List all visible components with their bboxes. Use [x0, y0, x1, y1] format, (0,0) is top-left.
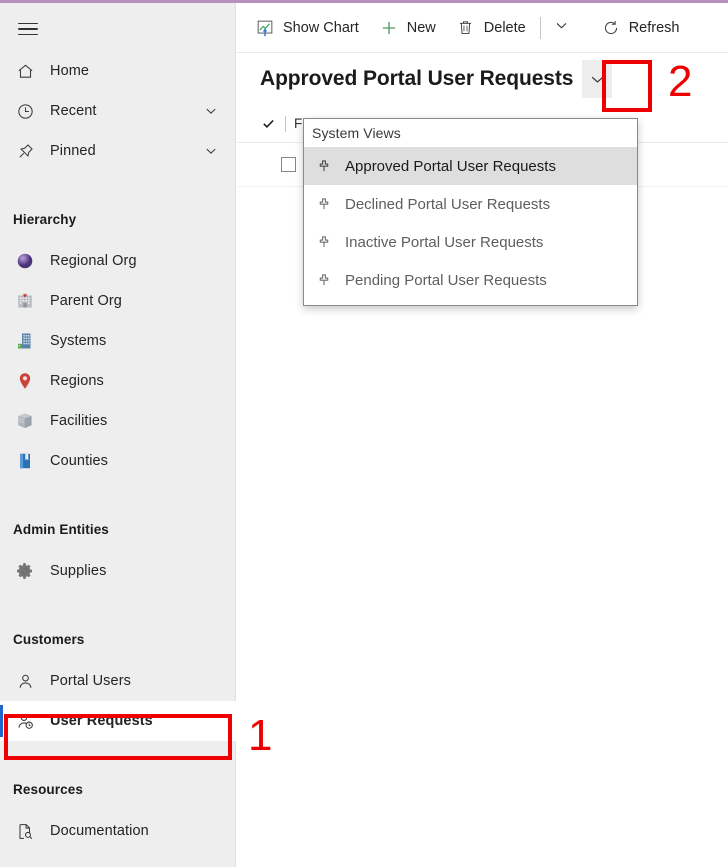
sidebar-item-home[interactable]: Home [0, 51, 236, 91]
dropdown-item-approved-portal-user-requests[interactable]: Approved Portal User Requests [304, 147, 637, 185]
document-search-icon [13, 820, 37, 842]
chevron-down-icon[interactable] [204, 144, 218, 158]
home-icon [13, 60, 37, 82]
sidebar-item-systems[interactable]: Systems [0, 321, 236, 361]
view-selector-dropdown: System Views Approved Portal User Reques… [303, 118, 638, 306]
sidebar-item-label: Portal Users [50, 673, 131, 689]
grid-column-header[interactable]: F [294, 116, 302, 131]
dropdown-item-label: Inactive Portal User Requests [345, 233, 544, 251]
plus-icon [379, 18, 399, 38]
sidebar-item-label: Documentation [50, 823, 149, 839]
dropdown-item-label: Declined Portal User Requests [345, 195, 551, 213]
dropdown-item-label: Pending Portal User Requests [345, 271, 547, 289]
command-label: New [406, 19, 436, 36]
pin-icon [314, 232, 334, 252]
dropdown-item-label: Approved Portal User Requests [345, 157, 556, 175]
sidebar-item-recent[interactable]: Recent [0, 91, 236, 131]
sidebar-item-label: Recent [50, 103, 97, 119]
select-all-checkbox[interactable] [255, 116, 281, 131]
person-clock-icon [13, 710, 37, 732]
sidebar-item-label: Regional Org [50, 253, 137, 269]
office-building-icon [13, 330, 37, 352]
map-pin-icon [13, 370, 37, 392]
trash-icon [456, 18, 476, 38]
facility-cube-icon [13, 410, 37, 432]
new-button[interactable]: New [369, 8, 446, 48]
header-separator [285, 115, 286, 132]
command-overflow-button[interactable] [545, 8, 579, 48]
dropdown-section-header: System Views [312, 125, 401, 141]
pin-icon [314, 194, 334, 214]
sidebar-item-label: Pinned [50, 143, 96, 159]
show-chart-button[interactable]: Show Chart [245, 8, 369, 48]
book-icon [13, 450, 37, 472]
sidebar-item-label: Facilities [50, 413, 108, 429]
sidebar-item-label: Regions [50, 373, 104, 389]
dropdown-item-declined-portal-user-requests[interactable]: Declined Portal User Requests [304, 185, 637, 223]
sidebar-item-parent-org[interactable]: Parent Org [0, 281, 236, 321]
sidebar-item-facilities[interactable]: Facilities [0, 401, 236, 441]
sidebar-item-supplies[interactable]: Supplies [0, 551, 236, 591]
view-title-row: Approved Portal User Requests [237, 53, 728, 105]
sidebar: Home Recent Pinned Hierarchy Regional Or… [0, 3, 236, 867]
command-label: Refresh [628, 19, 680, 36]
sidebar-item-label: User Requests [50, 713, 153, 729]
sidebar-item-label: Parent Org [50, 293, 122, 309]
pin-icon [13, 140, 37, 162]
chevron-down-icon [554, 18, 569, 38]
sidebar-item-label: Home [50, 63, 90, 79]
annotation-number-1: 1 [248, 711, 273, 760]
command-separator [539, 16, 541, 39]
sidebar-item-pinned[interactable]: Pinned [0, 131, 236, 171]
dropdown-item-pending-portal-user-requests[interactable]: Pending Portal User Requests [304, 261, 637, 299]
globe-sphere-icon [13, 250, 37, 272]
command-bar: Show Chart New Delete Refresh [237, 3, 728, 53]
sidebar-group-title-hierarchy: Hierarchy [13, 212, 77, 227]
gear-icon [13, 560, 37, 582]
view-selector-chevron[interactable] [582, 60, 613, 98]
sidebar-group-title-resources: Resources [13, 782, 83, 797]
sidebar-item-portal-users[interactable]: Portal Users [0, 661, 236, 701]
app-root: Home Recent Pinned Hierarchy Regional Or… [0, 0, 728, 867]
sidebar-item-documentation[interactable]: Documentation [0, 811, 236, 851]
command-label: Show Chart [283, 19, 359, 36]
sidebar-item-user-requests[interactable]: User Requests [0, 701, 236, 741]
sidebar-item-counties[interactable]: Counties [0, 441, 236, 481]
show-chart-icon [255, 18, 275, 38]
hospital-icon [13, 290, 37, 312]
sidebar-group-title-customers: Customers [13, 632, 85, 647]
row-select-checkbox[interactable] [281, 157, 296, 172]
annotation-number-2: 2 [668, 57, 693, 106]
sidebar-item-label: Counties [50, 453, 109, 469]
refresh-button[interactable]: Refresh [591, 8, 690, 48]
sidebar-item-regions[interactable]: Regions [0, 361, 236, 401]
clock-icon [13, 100, 37, 122]
sidebar-item-label: Supplies [50, 563, 107, 579]
hamburger-icon [18, 19, 38, 40]
sidebar-group-title-admin-entities: Admin Entities [13, 522, 109, 537]
app-accent-bar [0, 0, 728, 3]
delete-button[interactable]: Delete [446, 8, 536, 48]
sidebar-item-regional-org[interactable]: Regional Org [0, 241, 236, 281]
command-label: Delete [483, 19, 526, 36]
dropdown-item-inactive-portal-user-requests[interactable]: Inactive Portal User Requests [304, 223, 637, 261]
person-icon [13, 670, 37, 692]
page-title: Approved Portal User Requests [260, 67, 574, 90]
chevron-down-icon[interactable] [204, 104, 218, 118]
pin-icon [314, 270, 334, 290]
site-map-menu-button[interactable] [8, 11, 48, 47]
pin-icon [314, 156, 334, 176]
sidebar-item-label: Systems [50, 333, 107, 349]
sidebar-nav-list: Home Recent Pinned Hierarchy Regional Or… [0, 51, 236, 851]
refresh-icon [601, 18, 621, 38]
